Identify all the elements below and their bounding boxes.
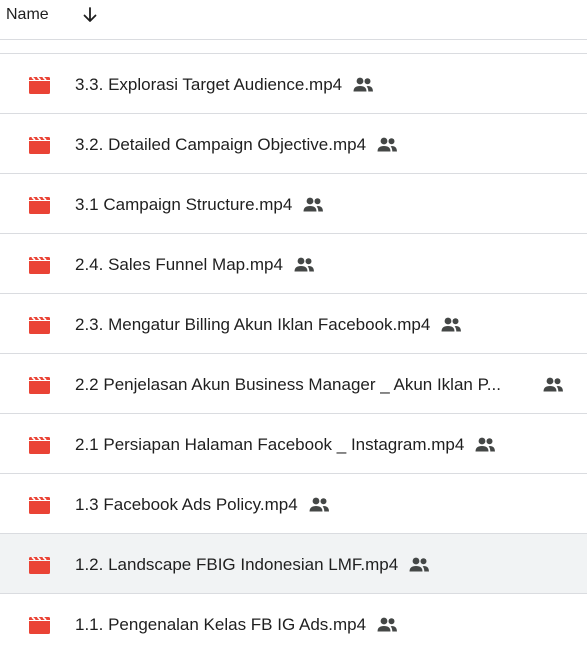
file-name[interactable]: 2.3. Mengatur Billing Akun Iklan Faceboo… (75, 315, 430, 335)
video-file-icon (29, 316, 50, 334)
file-name[interactable]: 1.2. Landscape FBIG Indonesian LMF.mp4 (75, 555, 398, 575)
file-name[interactable]: 2.1 Persiapan Halaman Facebook _ Instagr… (75, 435, 464, 455)
video-file-icon (29, 616, 50, 634)
video-file-icon (29, 376, 50, 394)
name-column-header[interactable]: Name (6, 6, 49, 24)
shared-people-icon (352, 76, 374, 94)
file-row[interactable]: 2.4. Sales Funnel Map.mp4 (0, 233, 587, 293)
file-row[interactable]: 1.1. Pengenalan Kelas FB IG Ads.mp4 (0, 593, 587, 653)
video-file-icon (29, 136, 50, 154)
video-file-icon (29, 76, 50, 94)
file-name[interactable]: 3.1 Campaign Structure.mp4 (75, 195, 292, 215)
video-file-icon (29, 556, 50, 574)
file-row[interactable]: 2.3. Mengatur Billing Akun Iklan Faceboo… (0, 293, 587, 353)
shared-people-icon (302, 196, 324, 214)
file-row[interactable]: 3.2. Detailed Campaign Objective.mp4 (0, 113, 587, 173)
shared-people-icon (376, 616, 398, 634)
shared-people-icon (376, 136, 398, 154)
arrow-down-icon[interactable] (80, 5, 100, 25)
file-row[interactable]: 2.2 Penjelasan Akun Business Manager _ A… (0, 353, 587, 413)
file-row[interactable]: 1.3 Facebook Ads Policy.mp4 (0, 473, 587, 533)
shared-people-icon (542, 376, 564, 394)
file-name[interactable]: 2.2 Penjelasan Akun Business Manager _ A… (75, 375, 501, 395)
video-file-icon (29, 196, 50, 214)
file-list-header: Name (0, 0, 587, 40)
file-name[interactable]: 2.4. Sales Funnel Map.mp4 (75, 255, 283, 275)
file-row[interactable]: 2.1 Persiapan Halaman Facebook _ Instagr… (0, 413, 587, 473)
shared-people-icon (293, 256, 315, 274)
shared-people-icon (408, 556, 430, 574)
file-row[interactable]: 1.2. Landscape FBIG Indonesian LMF.mp4 (0, 533, 587, 593)
file-name[interactable]: 3.3. Explorasi Target Audience.mp4 (75, 75, 342, 95)
video-file-icon (29, 496, 50, 514)
video-file-icon (29, 436, 50, 454)
file-name[interactable]: 3.2. Detailed Campaign Objective.mp4 (75, 135, 366, 155)
file-list: 3.3. Explorasi Target Audience.mp4 3.2. D… (0, 53, 587, 653)
file-name[interactable]: 1.3 Facebook Ads Policy.mp4 (75, 495, 298, 515)
shared-people-icon (308, 496, 330, 514)
file-row[interactable]: 3.3. Explorasi Target Audience.mp4 (0, 53, 587, 113)
file-name[interactable]: 1.1. Pengenalan Kelas FB IG Ads.mp4 (75, 615, 366, 635)
shared-people-icon (440, 316, 462, 334)
shared-people-icon (474, 436, 496, 454)
file-row[interactable]: 3.1 Campaign Structure.mp4 (0, 173, 587, 233)
video-file-icon (29, 256, 50, 274)
